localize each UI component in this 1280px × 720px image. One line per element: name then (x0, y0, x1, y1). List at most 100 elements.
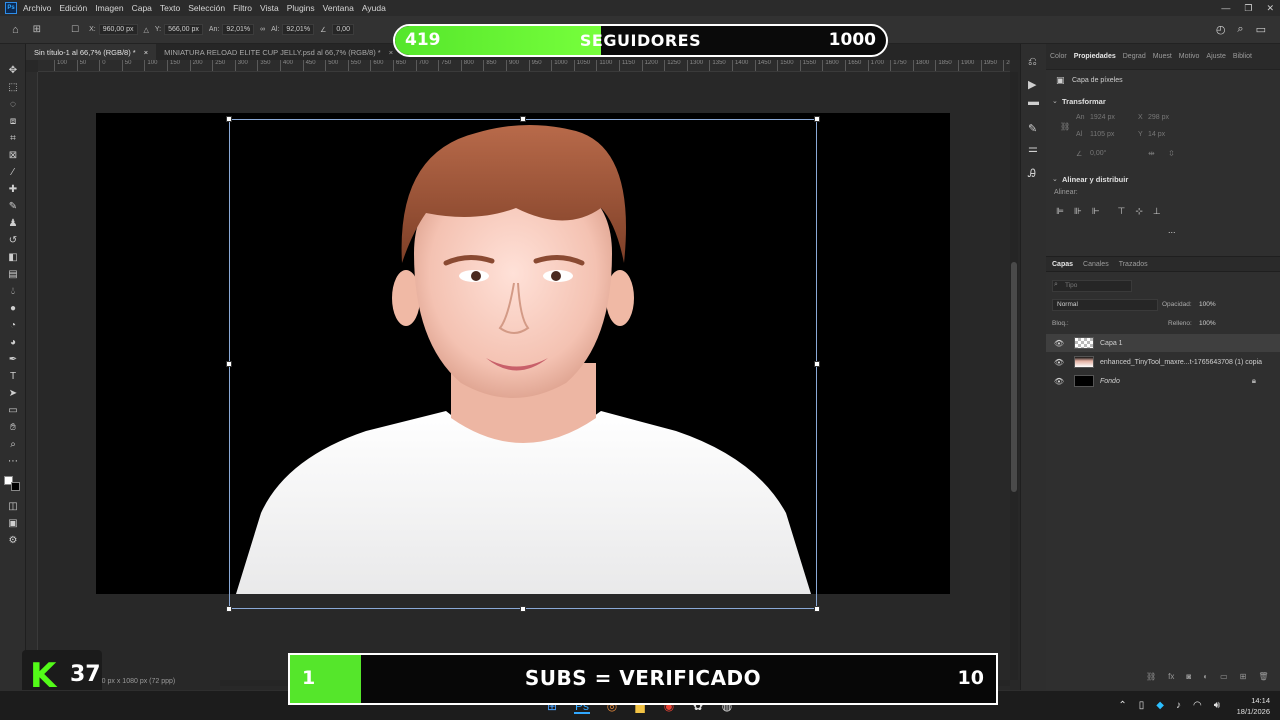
tab-miniatura[interactable]: MINIATURA RELOAD ELITE CUP JELLY.psd al … (156, 44, 401, 60)
delta-icon[interactable]: △ (144, 26, 149, 34)
align-right-icon[interactable]: ⊩ (1092, 206, 1100, 217)
adjustments-icon[interactable]: ⚌ (1028, 142, 1038, 155)
menu-plugins[interactable]: Plugins (287, 3, 315, 13)
comments-icon[interactable]: ▬ (1028, 96, 1039, 108)
tab-color[interactable]: Color (1050, 53, 1067, 60)
more-tools-icon[interactable]: ⋯ (6, 455, 20, 469)
wifi-icon[interactable]: ◠ (1193, 700, 1202, 711)
fill-value[interactable]: 100% (1199, 320, 1216, 327)
x-field-value[interactable]: 960,00 px (98, 24, 138, 35)
lasso-tool-icon[interactable]: ◌ (6, 98, 20, 112)
more-options-button[interactable]: ... (1168, 225, 1176, 235)
move-tool-icon[interactable]: ✥ (6, 64, 20, 78)
tray-chevron-up-icon[interactable]: ⌃ (1118, 700, 1126, 711)
height-field-value[interactable]: 92,01% (282, 24, 315, 35)
quick-mask-icon[interactable]: ◫ (6, 500, 20, 514)
hand-tool-icon[interactable]: ✋︎ (6, 421, 20, 435)
search-icon[interactable]: ⌕ (1237, 23, 1243, 36)
dodge-tool-icon[interactable]: ● (6, 302, 20, 316)
prop-w-value[interactable]: 1924 px (1090, 114, 1115, 121)
y-field[interactable]: Y: 566,00 px (155, 24, 203, 35)
transform-handle-top-right[interactable] (814, 116, 820, 122)
prop-angle-value[interactable]: 0,00° (1090, 150, 1106, 157)
angle-field[interactable]: 0,00 (332, 24, 354, 35)
layer-name[interactable]: Fondo (1100, 378, 1120, 385)
prop-h-value[interactable]: 1105 px (1090, 131, 1114, 138)
align-left-icon[interactable]: ⊫ (1056, 206, 1064, 217)
eyedropper-tool-icon[interactable]: ⁄ (6, 166, 20, 180)
type-tool-icon[interactable]: T (6, 370, 20, 384)
transform-handle-bottom-left[interactable] (226, 606, 232, 612)
align-top-icon[interactable]: ⊤ (1118, 206, 1126, 217)
layer-filter-input[interactable]: Tipo (1052, 280, 1132, 292)
layer-row[interactable]: 👁︎ enhanced_TinyTool_maxre...t-176564370… (1046, 353, 1280, 371)
tab-muestras[interactable]: Muest (1153, 53, 1172, 60)
menu-vista[interactable]: Vista (260, 3, 279, 13)
width-field[interactable]: An: 92,01% (209, 24, 255, 35)
object-select-tool-icon[interactable]: ⧈ (6, 115, 20, 129)
microphone-icon[interactable]: ♪ (1176, 700, 1181, 711)
share-icon[interactable]: ◴ (1216, 23, 1226, 36)
frame-tool-icon[interactable]: ⊠ (6, 149, 20, 163)
reference-point-icon[interactable]: ☐ (71, 24, 79, 35)
x-field[interactable]: X: 960,00 px (89, 24, 138, 35)
menu-ayuda[interactable]: Ayuda (362, 3, 386, 13)
tab-sin-titulo[interactable]: Sin título-1 al 66,7% (RGB/8) * × (26, 44, 157, 60)
marquee-tool-icon[interactable]: ⬚ (6, 81, 20, 95)
vertical-scrollbar[interactable] (1010, 72, 1018, 680)
usb-icon[interactable]: ▯ (1139, 700, 1145, 711)
tab-ajustes[interactable]: Ajuste (1206, 53, 1225, 60)
transform-handle-top-left[interactable] (226, 116, 232, 122)
add-mask-icon[interactable]: ◙ (1186, 672, 1191, 681)
tab-propiedades[interactable]: Propiedades (1074, 53, 1116, 60)
history-icon[interactable]: ⎌ (1028, 56, 1037, 69)
edit-toolbar-icon[interactable]: ⚙︎ (6, 534, 20, 548)
transform-handle-bottom[interactable] (520, 606, 526, 612)
fx-icon[interactable]: fx (1168, 672, 1174, 681)
vertical-scroll-thumb[interactable] (1011, 262, 1017, 492)
link-layers-icon[interactable]: ⛓ (1146, 672, 1156, 681)
zoom-tool-icon[interactable]: ⌕ (6, 438, 20, 452)
tab-canales[interactable]: Canales (1083, 261, 1109, 268)
height-field[interactable]: Al: 92,01% (271, 24, 315, 35)
visibility-eye-icon[interactable]: 👁︎ (1050, 377, 1068, 386)
y-field-value[interactable]: 566,00 px (164, 24, 203, 35)
visibility-eye-icon[interactable]: 👁︎ (1050, 358, 1068, 367)
opacity-value[interactable]: 100% (1199, 301, 1216, 308)
visibility-eye-icon[interactable]: 👁︎ (1050, 339, 1068, 348)
layer-row[interactable]: 👁︎ Capa 1 (1046, 334, 1280, 352)
home-icon[interactable]: ⌂ (12, 24, 19, 36)
layer-name[interactable]: Capa 1 (1100, 340, 1123, 347)
menu-ventana[interactable]: Ventana (323, 3, 354, 13)
align-vcenter-icon[interactable]: ⊹ (1135, 206, 1143, 217)
menu-seleccion[interactable]: Selección (188, 3, 225, 13)
volume-icon[interactable]: 🔊︎ (1214, 700, 1220, 711)
background-color-swatch[interactable] (11, 482, 20, 491)
restore-icon[interactable]: ❐ (1244, 3, 1252, 14)
tab-close-icon[interactable]: × (389, 48, 393, 57)
menu-texto[interactable]: Texto (160, 3, 180, 13)
screen-mode-icon[interactable]: ▣ (6, 517, 20, 531)
pen-tool-icon[interactable]: ✒ (6, 353, 20, 367)
transform-handle-top[interactable] (520, 116, 526, 122)
smudge-tool-icon[interactable]: ◔ (6, 319, 20, 333)
actions-play-icon[interactable]: ▶ (1028, 78, 1036, 91)
tab-trazados[interactable]: Trazados (1119, 261, 1148, 268)
brush-tool-icon[interactable]: ✎ (6, 200, 20, 214)
flip-horizontal-icon[interactable]: ⇹ (1148, 149, 1155, 158)
gradient-tool-icon[interactable]: ▤ (6, 268, 20, 282)
transform-handle-bottom-right[interactable] (814, 606, 820, 612)
minimize-icon[interactable]: — (1221, 3, 1230, 13)
menu-filtro[interactable]: Filtro (233, 3, 252, 13)
clone-stamp-icon[interactable]: ♟ (6, 217, 20, 231)
menu-edicion[interactable]: Edición (59, 3, 87, 13)
healing-brush-icon[interactable]: ✚ (6, 183, 20, 197)
workspace-icon[interactable]: ▭ (1256, 23, 1266, 36)
history-brush-icon[interactable]: ↺ (6, 234, 20, 248)
glyphs-icon[interactable]: Ꭿ (1028, 168, 1036, 181)
path-selection-icon[interactable]: ➤ (6, 387, 20, 401)
new-group-icon[interactable]: ▭ (1220, 672, 1228, 681)
menu-imagen[interactable]: Imagen (95, 3, 123, 13)
transform-handle-left[interactable] (226, 361, 232, 367)
prop-x-value[interactable]: 298 px (1148, 114, 1169, 121)
